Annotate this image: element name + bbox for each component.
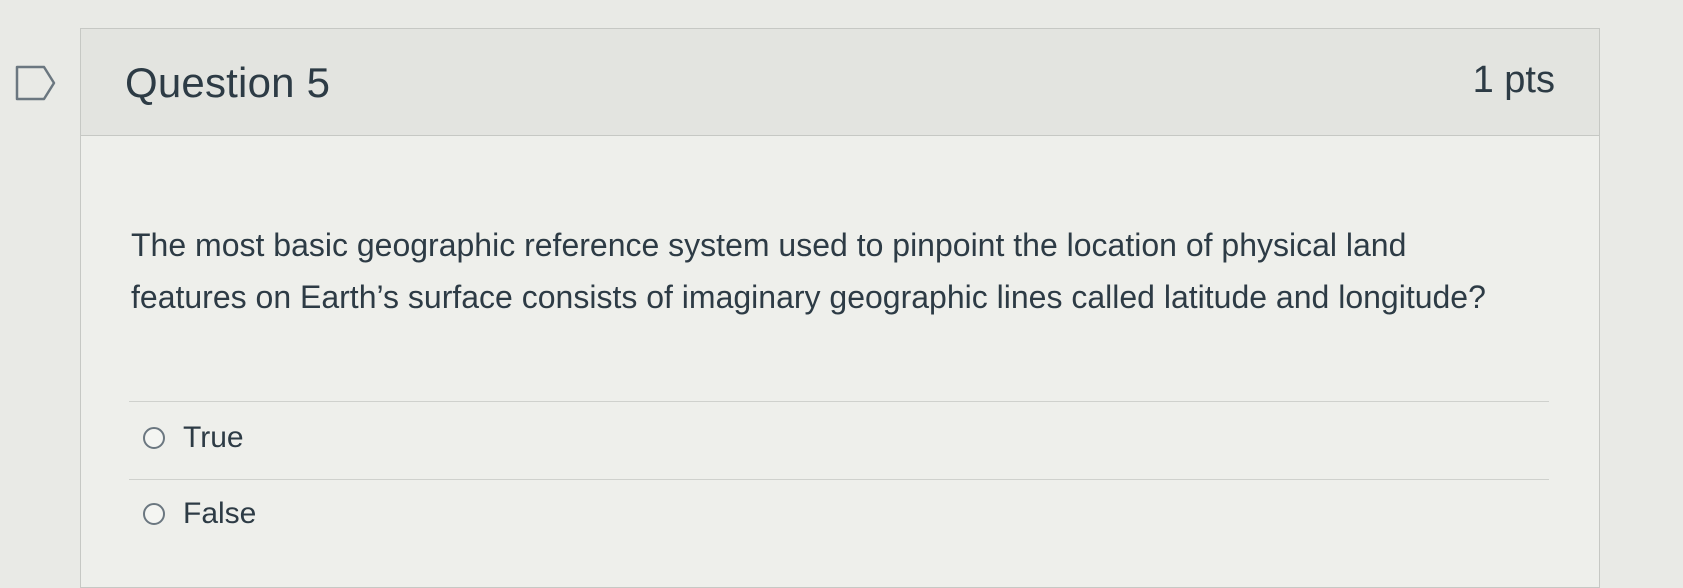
answer-label-true: True [183,421,244,454]
answer-divider [129,401,1549,402]
answer-option-false[interactable]: False [143,497,256,531]
radio-button-true[interactable] [143,427,165,449]
radio-button-false[interactable] [143,503,165,525]
answer-option-true[interactable]: True [143,421,244,455]
question-title: Question 5 [125,59,331,106]
question-card: Question 5 1 pts The most basic geograph… [80,28,1600,588]
answer-label-false: False [183,497,257,530]
flag-question-icon[interactable] [14,63,58,103]
question-points: 1 pts [1472,59,1555,101]
question-header: Question 5 1 pts [81,29,1599,136]
answer-divider [129,479,1549,480]
question-text: The most basic geographic reference syst… [131,227,1486,315]
